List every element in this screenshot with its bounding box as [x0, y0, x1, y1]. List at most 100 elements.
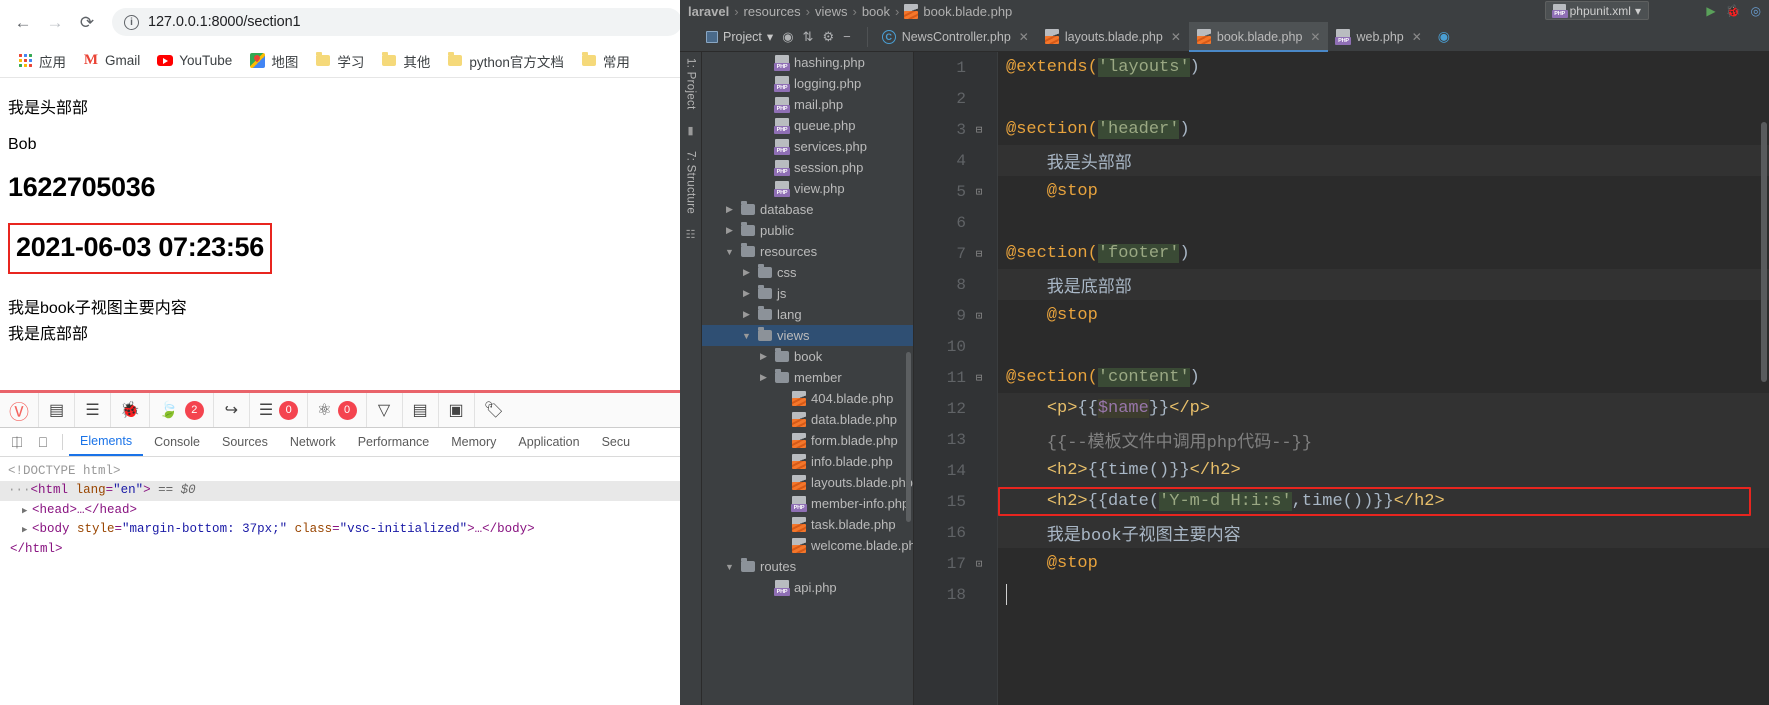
editor-tab-newscontroller[interactable]: C NewsController.php ✕: [874, 22, 1037, 52]
chevron-right-icon[interactable]: ▶: [740, 288, 753, 299]
run-icon[interactable]: ▶: [1706, 4, 1715, 18]
dom-row-body[interactable]: ▶ <body style="margin-bottom: 37px;" clas…: [0, 520, 690, 539]
tree-item[interactable]: view.php: [702, 178, 913, 199]
debugbar-views[interactable]: 🍃 2: [150, 393, 214, 427]
more-tabs-icon[interactable]: ◉: [1438, 28, 1450, 45]
bookmark-apps[interactable]: 应用: [10, 48, 73, 74]
tree-item[interactable]: ▶ public: [702, 220, 913, 241]
code-line[interactable]: 9 ⊡ @stop: [956, 300, 1769, 331]
code-line[interactable]: 15 <h2>{{date('Y-m-d H:i:s',time())}}</h…: [947, 486, 1769, 517]
code-line[interactable]: 13 {{--模板文件中调用php代码--}}: [947, 424, 1769, 455]
chevron-right-icon[interactable]: ▶: [22, 524, 32, 538]
coverage-icon[interactable]: ◎: [1751, 4, 1761, 18]
tree-item[interactable]: info.blade.php: [702, 451, 913, 472]
code-line[interactable]: 16 我是book子视图主要内容: [947, 517, 1769, 548]
breadcrumb-resources[interactable]: resources: [744, 4, 801, 19]
tree-item[interactable]: queue.php: [702, 115, 913, 136]
bookmark-folder-study[interactable]: 学习: [308, 48, 371, 74]
code-line[interactable]: 1 @extends('layouts'): [956, 52, 1769, 83]
code-fold-icon[interactable]: ⊡: [972, 557, 986, 571]
chevron-right-icon[interactable]: ▶: [723, 225, 736, 236]
code-line[interactable]: 8 我是底部部: [956, 269, 1769, 300]
code-line[interactable]: 10: [947, 331, 1769, 362]
tree-item[interactable]: ▼ resources: [702, 241, 913, 262]
breadcrumb-views[interactable]: views: [815, 4, 848, 19]
code-line[interactable]: 12 <p>{{$name}}</p>: [947, 393, 1769, 424]
tree-item[interactable]: hashing.php: [702, 52, 913, 73]
project-tree[interactable]: hashing.php logging.php mail.php queue.php s…: [702, 52, 914, 705]
debugbar-mails[interactable]: ▽: [367, 393, 403, 427]
code-line[interactable]: 2: [956, 83, 1769, 114]
tree-item[interactable]: ▶ js: [702, 283, 913, 304]
tree-item[interactable]: mail.php: [702, 94, 913, 115]
chevron-down-icon[interactable]: ▼: [723, 562, 736, 572]
code-line[interactable]: 3 ⊟ @section('header'): [956, 114, 1769, 145]
dom-row-doctype[interactable]: <!DOCTYPE html>: [0, 462, 690, 481]
debugbar-messages[interactable]: ▤: [39, 393, 75, 427]
tree-item[interactable]: 404.blade.php: [702, 388, 913, 409]
dom-row-html-close[interactable]: </html>: [0, 540, 690, 559]
tree-item[interactable]: ▶ member: [702, 367, 913, 388]
tool-window-structure[interactable]: 7: Structure: [685, 151, 697, 214]
debugbar-timeline[interactable]: ☰: [75, 393, 111, 427]
code-line[interactable]: 6: [956, 207, 1769, 238]
tab-performance[interactable]: Performance: [347, 428, 441, 456]
tree-scrollbar[interactable]: [906, 352, 911, 522]
chevron-down-icon[interactable]: ▾: [1635, 4, 1641, 18]
tree-item[interactable]: ▶ css: [702, 262, 913, 283]
code-line[interactable]: 14 <h2>{{time()}}</h2>: [947, 455, 1769, 486]
bookmark-folder-common[interactable]: 常用: [574, 48, 637, 74]
breadcrumb-book[interactable]: book: [862, 4, 890, 19]
tree-item[interactable]: services.php: [702, 136, 913, 157]
code-fold-icon[interactable]: ⊟: [972, 247, 986, 261]
dom-row-head[interactable]: ▶ <head>…</head>: [0, 501, 690, 520]
tree-item[interactable]: task.blade.php: [702, 514, 913, 535]
tab-security[interactable]: Secu: [591, 428, 642, 456]
debugbar-tags[interactable]: 🏷: [475, 393, 513, 427]
tab-sources[interactable]: Sources: [211, 428, 279, 456]
collapse-all-icon[interactable]: ⇅: [803, 29, 814, 45]
dom-row-html[interactable]: ···<html lang="en"> == $0: [0, 481, 690, 501]
close-icon[interactable]: ✕: [1019, 30, 1029, 44]
code-editor[interactable]: 1 @extends('layouts') 2 3 ⊟ @section('header'…: [914, 52, 1769, 705]
bookmark-gmail[interactable]: M Gmail: [76, 50, 147, 72]
debugbar-session[interactable]: ▤: [403, 393, 439, 427]
chevron-down-icon[interactable]: ▾: [767, 29, 773, 44]
tree-item[interactable]: member-info.php: [702, 493, 913, 514]
debugbar-route[interactable]: ↪: [214, 393, 250, 427]
debugbar-brand[interactable]: Ⓥ: [0, 393, 39, 427]
tab-elements[interactable]: Elements: [69, 428, 144, 456]
chevron-right-icon[interactable]: ▶: [723, 204, 736, 215]
code-fold-icon[interactable]: ⊡: [972, 309, 986, 323]
site-info-icon[interactable]: i: [124, 14, 139, 30]
breadcrumb-file[interactable]: book.blade.php: [923, 4, 1012, 19]
tool-window-project[interactable]: 1: Project: [685, 58, 697, 110]
back-icon[interactable]: ←: [8, 7, 38, 37]
forward-icon[interactable]: →: [40, 7, 70, 37]
breadcrumb-project[interactable]: laravel: [688, 4, 729, 19]
debugbar-exceptions[interactable]: 🐞: [111, 393, 150, 427]
code-line[interactable]: 11 ⊟ @section('content'): [947, 362, 1769, 393]
bookmark-folder-other[interactable]: 其他: [374, 48, 437, 74]
editor-tab-web-php[interactable]: web.php ✕: [1328, 22, 1429, 52]
bookmark-youtube[interactable]: YouTube: [150, 50, 239, 72]
tree-item[interactable]: logging.php: [702, 73, 913, 94]
debugbar-models[interactable]: ⚛ 0: [308, 393, 367, 427]
chevron-right-icon[interactable]: ▶: [740, 309, 753, 320]
debug-bug-icon[interactable]: 🐞: [1726, 4, 1741, 18]
chevron-right-icon[interactable]: ▶: [757, 372, 770, 383]
reload-icon[interactable]: ⟳: [72, 7, 102, 37]
code-lines[interactable]: 1 @extends('layouts') 2 3 ⊟ @section('header'…: [947, 52, 1769, 705]
gear-icon[interactable]: ⚙: [822, 29, 834, 45]
tree-item[interactable]: welcome.blade.php: [702, 535, 913, 556]
code-line[interactable]: 4 我是头部部: [956, 145, 1769, 176]
tree-item[interactable]: form.blade.php: [702, 430, 913, 451]
close-icon[interactable]: ✕: [1310, 30, 1320, 44]
tree-item[interactable]: api.php: [702, 577, 913, 598]
address-bar[interactable]: i 127.0.0.1:8000/section1: [112, 8, 682, 36]
locate-target-icon[interactable]: ◉: [782, 29, 793, 45]
editor-scrollbar[interactable]: [1761, 122, 1767, 382]
code-fold-icon[interactable]: ⊟: [972, 123, 986, 137]
debugbar-queries[interactable]: ☰ 0: [250, 393, 309, 427]
cursor-select-icon[interactable]: ⎅: [4, 429, 30, 455]
